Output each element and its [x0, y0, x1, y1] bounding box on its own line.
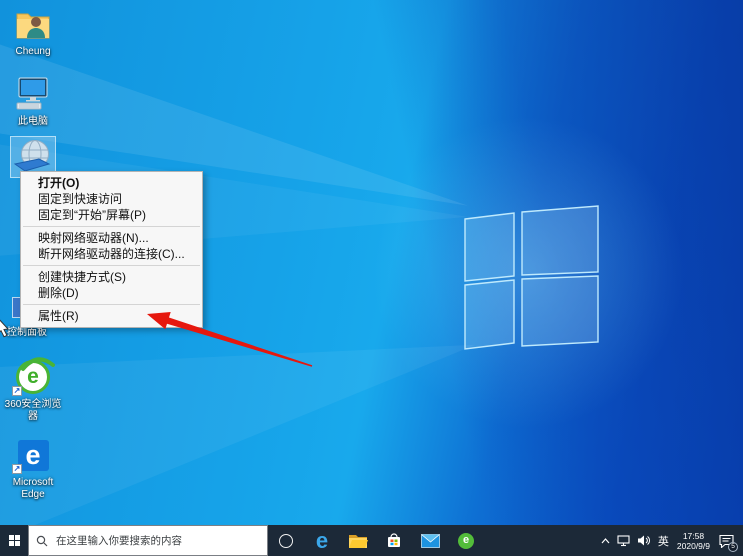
desktop-icon-edge[interactable]: e ↗ Microsoft Edge [1, 435, 65, 501]
edge-icon: e [18, 440, 49, 471]
network-ethernet-icon [617, 535, 631, 547]
this-pc-icon [15, 77, 51, 111]
action-center-button[interactable]: 5 [715, 525, 738, 556]
desktop-icon-label: 此电脑 [18, 116, 48, 128]
menu-item-create-shortcut[interactable]: 创建快捷方式(S) [21, 269, 202, 285]
desktop: Cheung 此电脑 控制面板 [0, 0, 743, 556]
menu-item-delete[interactable]: 删除(D) [21, 285, 202, 301]
chevron-up-icon [601, 538, 610, 544]
shortcut-arrow-badge: ↗ [12, 464, 22, 474]
menu-separator [23, 304, 200, 305]
windows-logo-icon [462, 203, 602, 353]
taskbar-app-icons: e [268, 525, 484, 556]
menu-item-properties[interactable]: 属性(R) [21, 308, 202, 324]
taskbar: e [0, 525, 743, 556]
notification-count-badge: 5 [728, 542, 738, 552]
menu-separator [23, 226, 200, 227]
taskbar-cortana-button[interactable] [268, 525, 304, 556]
search-input[interactable] [54, 534, 260, 548]
context-menu: 打开(O) 固定到快速访问 固定到“开始”屏幕(P) 映射网络驱动器(N)...… [20, 171, 203, 328]
search-icon [36, 535, 48, 547]
tray-time: 17:58 [683, 531, 704, 541]
system-tray: 英 17:58 2020/9/9 5 [598, 525, 743, 556]
menu-item-pin-start[interactable]: 固定到“开始”屏幕(P) [21, 207, 202, 223]
taskbar-edge-button[interactable]: e [304, 525, 340, 556]
360-leaf-swoosh [17, 356, 57, 372]
menu-separator [23, 265, 200, 266]
tray-ime-indicator[interactable]: 英 [655, 525, 672, 556]
taskbar-store-button[interactable] [376, 525, 412, 556]
speaker-icon [638, 535, 651, 546]
menu-item-disconnect-network-drive[interactable]: 断开网络驱动器的连接(C)... [21, 246, 202, 262]
control-panel-icon[interactable] [12, 297, 20, 318]
taskbar-360-browser-button[interactable]: e [448, 525, 484, 556]
tray-network-button[interactable] [614, 525, 634, 556]
360-browser-icon: e [458, 533, 474, 549]
menu-item-open[interactable]: 打开(O) [21, 175, 202, 191]
desktop-icon-this-pc[interactable]: 此电脑 [1, 74, 65, 128]
shortcut-arrow-badge: ↗ [12, 386, 22, 396]
edge-letter-e: e [25, 442, 40, 468]
user-folder-icon [14, 7, 52, 41]
tray-date: 2020/9/9 [677, 541, 710, 551]
tray-show-hidden-icons[interactable] [598, 525, 613, 556]
file-explorer-icon [348, 533, 368, 549]
desktop-icon-label: 360安全浏览器 [3, 399, 63, 423]
store-icon [385, 532, 403, 550]
edge-icon: e [316, 531, 328, 551]
taskbar-search-box[interactable] [28, 525, 268, 556]
cortana-icon [279, 534, 293, 548]
tray-clock[interactable]: 17:58 2020/9/9 [673, 525, 714, 556]
desktop-icon-label: 控制面板 [7, 327, 47, 339]
mail-icon [421, 534, 440, 548]
taskbar-mail-button[interactable] [412, 525, 448, 556]
menu-item-map-network-drive[interactable]: 映射网络驱动器(N)... [21, 230, 202, 246]
taskbar-file-explorer-button[interactable] [340, 525, 376, 556]
desktop-icon-label: Cheung [15, 46, 50, 58]
start-windows-icon [9, 535, 20, 546]
menu-item-pin-quick-access[interactable]: 固定到快速访问 [21, 191, 202, 207]
start-button[interactable] [0, 525, 28, 556]
desktop-icon-user-folder[interactable]: Cheung [1, 4, 65, 58]
360-letter-e: e [463, 535, 469, 546]
desktop-icon-360-browser[interactable]: e ↗ 360安全浏览器 [1, 357, 65, 423]
desktop-icon-label: Microsoft Edge [3, 477, 63, 501]
tray-volume-button[interactable] [635, 525, 654, 556]
